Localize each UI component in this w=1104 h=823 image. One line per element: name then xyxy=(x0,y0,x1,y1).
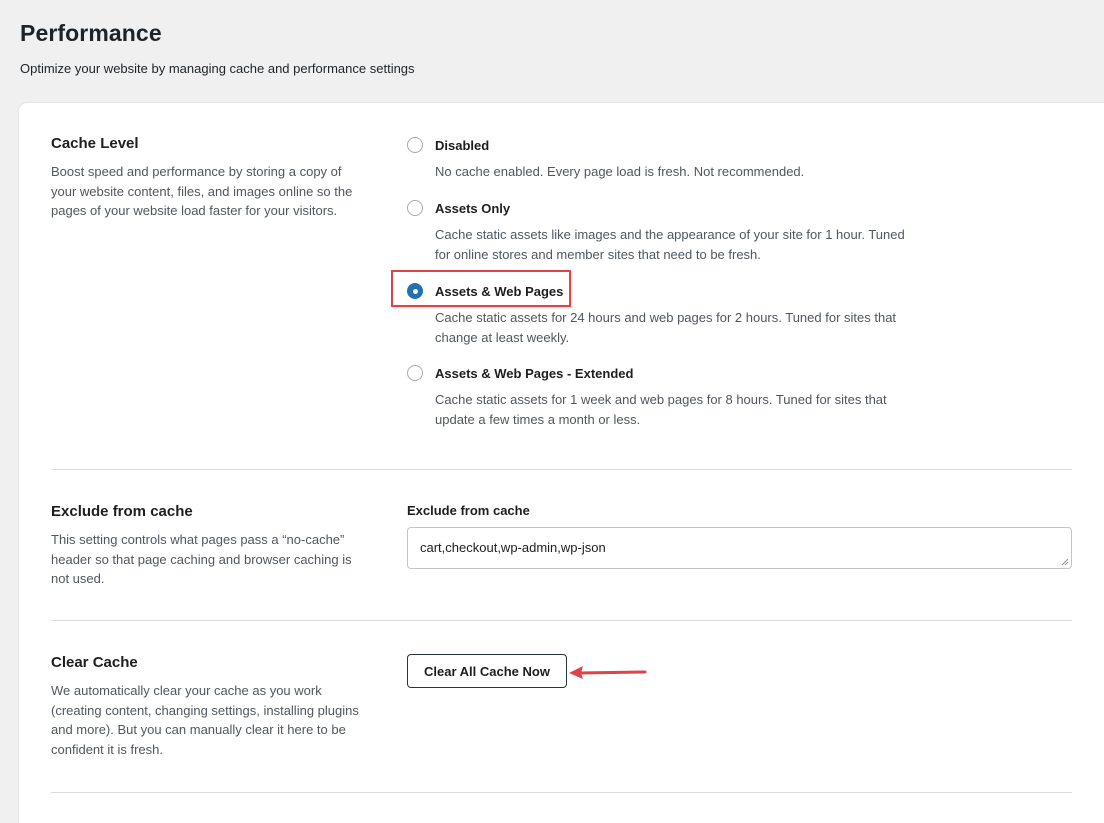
radio-description: Cache static assets like images and the … xyxy=(435,227,905,262)
radio-assets-web-pages-extended[interactable] xyxy=(407,365,423,381)
resize-grip-icon[interactable] xyxy=(1061,558,1069,566)
radio-description: Cache static assets for 24 hours and web… xyxy=(435,310,897,345)
clear-cache-section: Clear Cache We automatically clear your … xyxy=(51,654,1072,774)
page-subtitle: Optimize your website by managing cache … xyxy=(20,61,415,76)
cache-option-assets-only[interactable]: Assets Only Cache static assets like ima… xyxy=(407,198,927,264)
exclude-textarea-value: cart,checkout,wp-admin,wp-json xyxy=(420,540,606,555)
page-title: Performance xyxy=(20,20,162,46)
cache-option-assets-web-pages-extended[interactable]: Assets & Web Pages - Extended Cache stat… xyxy=(407,363,927,429)
cache-option-assets-web-pages[interactable]: Assets & Web Pages Cache static assets f… xyxy=(391,270,927,347)
clear-all-cache-button[interactable]: Clear All Cache Now xyxy=(407,654,567,688)
exclude-section: Exclude from cache This setting controls… xyxy=(51,503,1072,593)
cache-option-disabled[interactable]: Disabled No cache enabled. Every page lo… xyxy=(407,135,927,182)
radio-assets-only[interactable] xyxy=(407,200,423,216)
clear-cache-description: We automatically clear your cache as you… xyxy=(51,683,359,757)
cache-level-description: Boost speed and performance by storing a… xyxy=(51,164,353,218)
section-divider xyxy=(51,469,1072,470)
cache-level-section: Cache Level Boost speed and performance … xyxy=(51,135,1072,435)
exclude-textarea[interactable]: cart,checkout,wp-admin,wp-json xyxy=(407,527,1072,569)
radio-description: No cache enabled. Every page load is fre… xyxy=(435,164,805,179)
section-divider xyxy=(51,792,1072,793)
section-divider xyxy=(51,620,1072,621)
radio-disabled[interactable] xyxy=(407,137,423,153)
exclude-field-label: Exclude from cache xyxy=(407,503,530,518)
radio-label: Assets Only xyxy=(435,200,511,216)
annotation-arrow-icon xyxy=(569,666,647,679)
exclude-description: This setting controls what pages pass a … xyxy=(51,532,352,586)
radio-label: Disabled xyxy=(435,137,490,153)
radio-label: Assets & Web Pages - Extended xyxy=(435,365,634,381)
settings-card: Cache Level Boost speed and performance … xyxy=(19,103,1104,823)
radio-description: Cache static assets for 1 week and web p… xyxy=(435,392,887,427)
page-header: Performance Optimize your website by man… xyxy=(20,20,415,76)
exclude-field-group: Exclude from cache cart,checkout,wp-admi… xyxy=(407,503,1072,569)
radio-assets-web-pages-selected[interactable] xyxy=(407,283,423,299)
